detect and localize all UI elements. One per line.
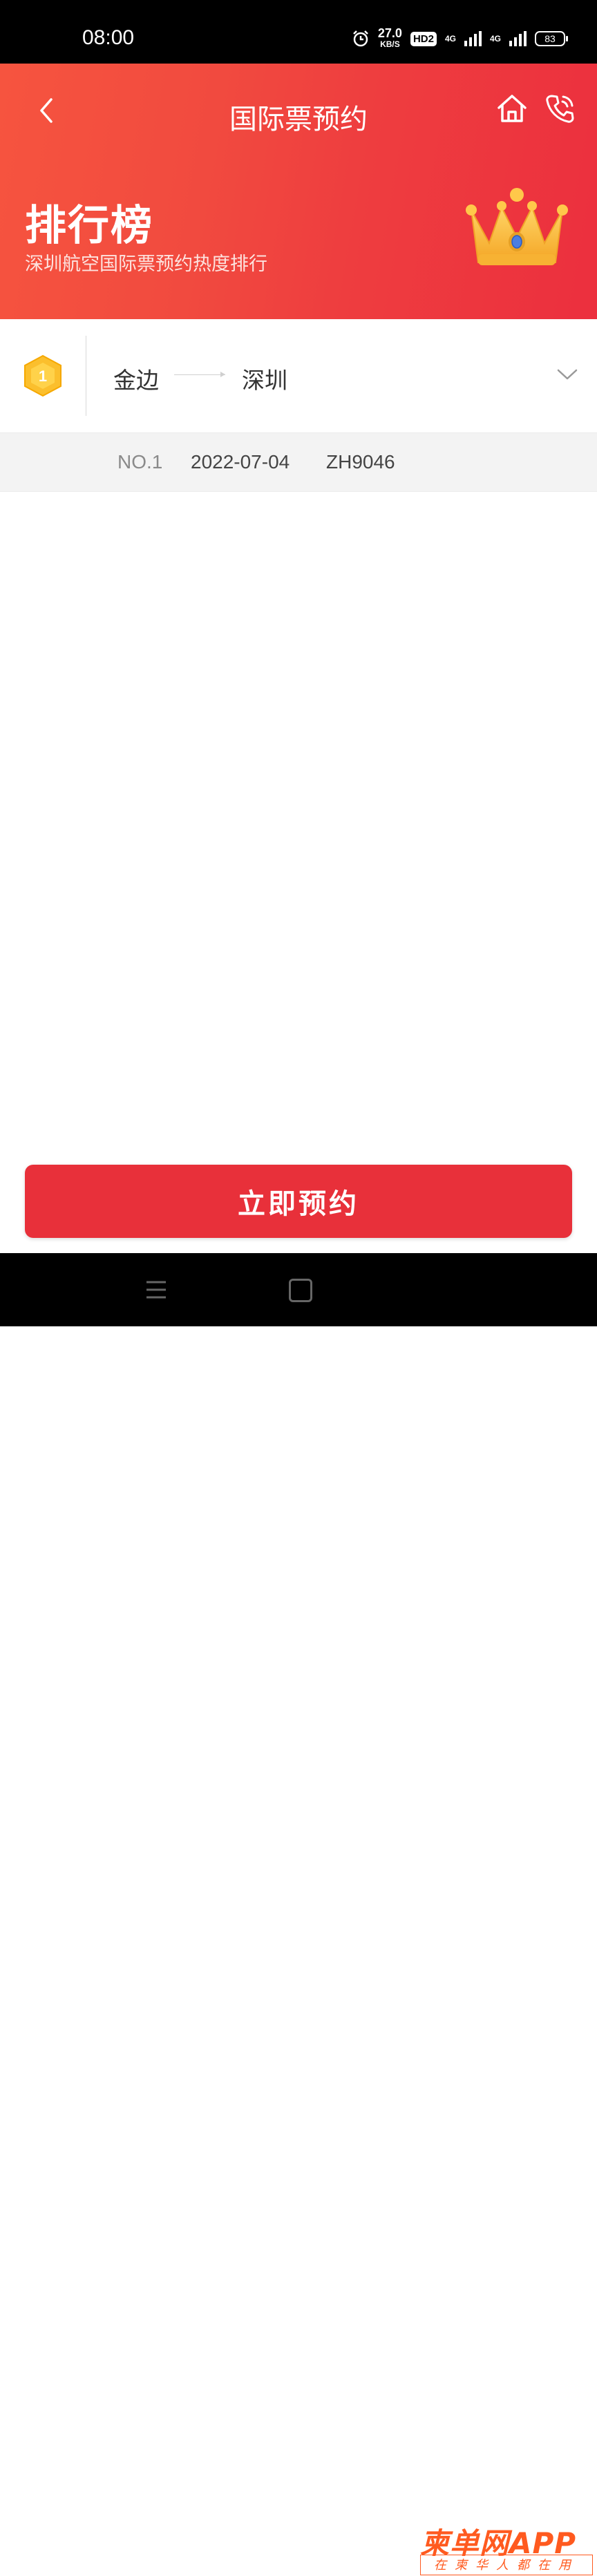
status-time: 08:00 xyxy=(82,26,135,49)
battery-icon: 83 xyxy=(535,31,568,46)
home-key-icon[interactable] xyxy=(289,1279,312,1302)
flight-date: 2022-07-04 xyxy=(191,451,290,473)
flight-detail-row: NO.1 2022-07-04 ZH9046 xyxy=(0,432,597,492)
ranking-subtitle: 深圳航空国际票预约热度排行 xyxy=(25,254,267,275)
route-card[interactable]: 1 金边 深圳 xyxy=(0,319,597,432)
route-arrow-icon xyxy=(220,372,225,377)
watermark-logo: 柬单网APP 在柬华人都在用 xyxy=(420,2520,593,2575)
flight-number: ZH9046 xyxy=(326,451,395,473)
reserve-button[interactable]: 立即预约 xyxy=(25,1165,572,1238)
route-line xyxy=(174,374,225,375)
hd-badge: HD2 xyxy=(410,31,437,46)
system-nav-bar: 柬单网APP 在柬华人都在用 xyxy=(0,1253,597,2575)
destination-city: 深圳 xyxy=(242,367,287,394)
header-banner: 国际票预约 排行榜 深圳航空国际票预约热度排行 xyxy=(0,64,597,383)
signal-icon-2 xyxy=(509,31,527,46)
rank-number: 1 xyxy=(39,368,47,385)
speed-value: 27.0 xyxy=(377,26,402,40)
signal-icon-1 xyxy=(464,31,482,46)
network-type-1: 4G xyxy=(444,34,456,44)
origin-city: 金边 xyxy=(113,367,159,394)
status-bar: 08:00 27.0 KB/S HD2 4G 4G 83 xyxy=(0,0,597,64)
phone-icon[interactable] xyxy=(542,91,577,126)
rank-label: NO.1 xyxy=(117,451,163,473)
status-icons: 27.0 KB/S HD2 4G 4G 83 xyxy=(352,26,568,50)
alarm-icon xyxy=(353,30,368,47)
network-type-2: 4G xyxy=(489,34,501,44)
speed-unit: KB/S xyxy=(380,39,400,49)
menu-icon[interactable] xyxy=(145,1279,167,1300)
home-icon[interactable] xyxy=(495,91,529,126)
network-speed: 27.0 KB/S xyxy=(377,26,402,50)
ranking-title: 排行榜 xyxy=(25,202,153,250)
watermark-sub: 在柬华人都在用 xyxy=(420,2555,593,2575)
rank-badge-icon: 1 xyxy=(24,354,61,397)
chevron-down-icon[interactable] xyxy=(557,368,578,381)
crown-icon xyxy=(466,188,568,265)
